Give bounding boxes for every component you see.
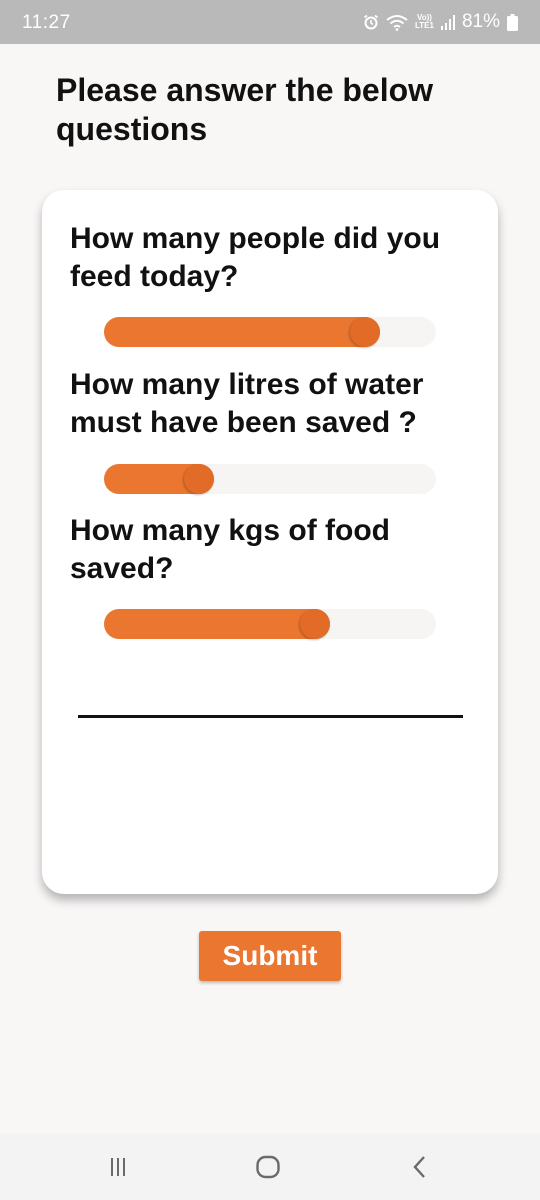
status-bar: 11:27 Vo)) LTE1 81%	[0, 0, 540, 44]
wifi-icon	[386, 14, 408, 31]
text-input-underline[interactable]	[78, 715, 463, 718]
back-icon[interactable]	[400, 1153, 440, 1181]
volte-lte-icon: Vo)) LTE1	[415, 14, 434, 30]
battery-percent: 81%	[461, 11, 500, 32]
questions-card: How many people did you feed today? How …	[42, 190, 498, 894]
slider-fill	[104, 609, 330, 639]
slider-water-saved[interactable]	[104, 464, 436, 494]
signal-icon	[440, 14, 455, 30]
status-time: 11:27	[22, 12, 71, 33]
slider-thumb[interactable]	[350, 317, 380, 347]
alarm-icon	[363, 14, 379, 30]
slider-thumb[interactable]	[184, 464, 214, 494]
slider-food-saved[interactable]	[104, 609, 436, 639]
slider-people-fed[interactable]	[104, 317, 436, 347]
home-icon[interactable]	[248, 1153, 288, 1181]
status-icons: Vo)) LTE1 81%	[363, 10, 518, 34]
page-title: Please answer the below questions	[56, 72, 434, 147]
submit-button[interactable]: Submit	[199, 931, 341, 981]
question-people-fed: How many people did you feed today?	[70, 222, 441, 293]
nav-bar	[0, 1133, 540, 1200]
lte-bottom-label: LTE1	[415, 21, 434, 30]
battery-icon	[507, 13, 518, 31]
recent-apps-icon[interactable]	[98, 1153, 138, 1181]
question-food-saved: How many kgs of food saved?	[70, 514, 391, 585]
slider-fill	[104, 317, 380, 347]
slider-thumb[interactable]	[300, 609, 330, 639]
question-water-saved: How many litres of water must have been …	[70, 368, 424, 439]
